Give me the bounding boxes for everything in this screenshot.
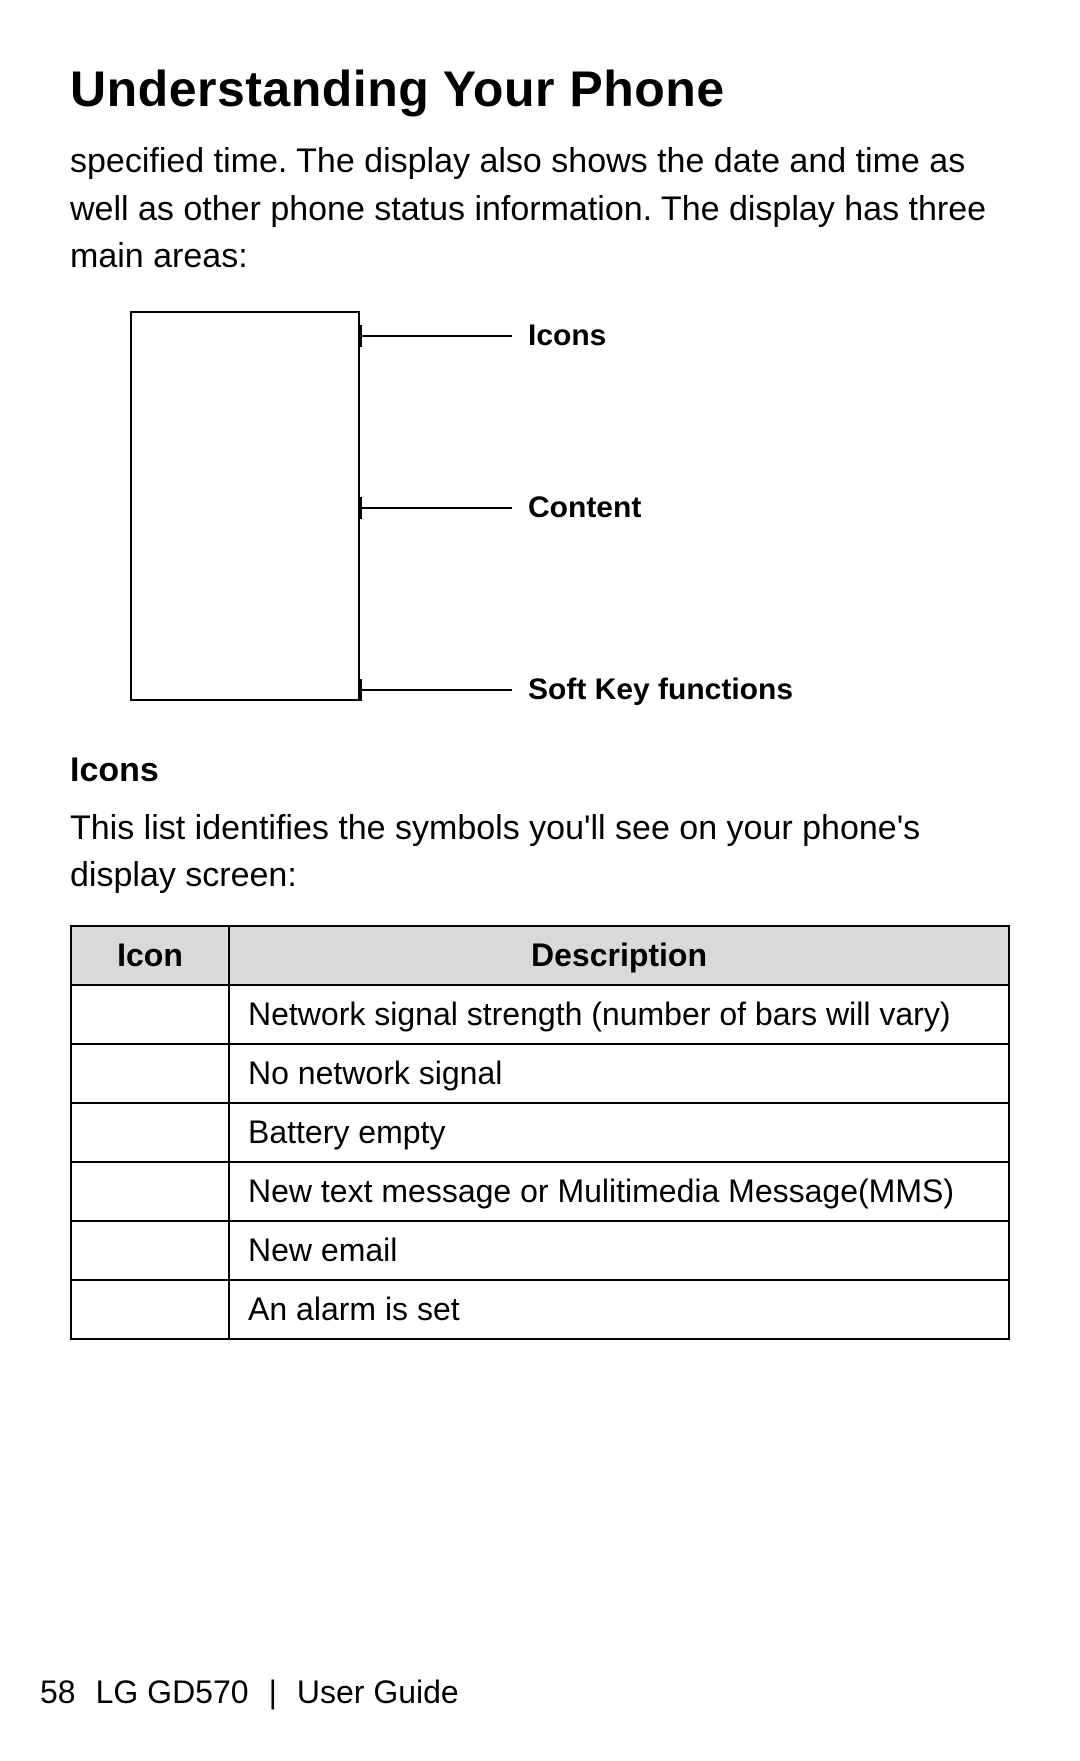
header-description: Description	[229, 926, 1009, 985]
table-row: Battery empty	[71, 1103, 1009, 1162]
cell-description: New text message or Mulitimedia Message(…	[229, 1162, 1009, 1221]
page-footer: 58 LG GD570 | User Guide	[40, 1674, 459, 1711]
callout-line	[362, 507, 512, 509]
cell-icon	[71, 1280, 229, 1339]
cell-icon	[71, 1221, 229, 1280]
table-row: No network signal	[71, 1044, 1009, 1103]
section-heading-icons: Icons	[70, 751, 1010, 790]
cell-description: Battery empty	[229, 1103, 1009, 1162]
table-row: Network signal strength (number of bars …	[71, 985, 1009, 1044]
icon-description-table: Icon Description Network signal strength…	[70, 925, 1010, 1340]
table-header-row: Icon Description	[71, 926, 1009, 985]
intro-paragraph: specified time. The display also shows t…	[70, 138, 1010, 281]
callout-label-softkey: Soft Key functions	[528, 673, 793, 707]
footer-doc-title: User Guide	[297, 1674, 459, 1711]
cell-description: An alarm is set	[229, 1280, 1009, 1339]
table-row: New email	[71, 1221, 1009, 1280]
footer-model: LG GD570	[96, 1674, 249, 1711]
callout-label-content: Content	[528, 491, 641, 525]
callout-label-icons: Icons	[528, 319, 606, 353]
section-body: This list identifies the symbols you'll …	[70, 805, 1010, 900]
cell-description: Network signal strength (number of bars …	[229, 985, 1009, 1044]
manual-page: Understanding Your Phone specified time.…	[0, 0, 1080, 1761]
table-row: An alarm is set	[71, 1280, 1009, 1339]
footer-divider: |	[269, 1674, 277, 1711]
cell-icon	[71, 1103, 229, 1162]
page-title: Understanding Your Phone	[70, 60, 1010, 118]
cell-description: No network signal	[229, 1044, 1009, 1103]
cell-description: New email	[229, 1221, 1009, 1280]
callout-icons: Icons	[360, 319, 606, 353]
screen-outline	[130, 311, 360, 701]
callout-line	[362, 689, 512, 691]
cell-icon	[71, 1162, 229, 1221]
callout-content: Content	[360, 491, 641, 525]
page-number: 58	[40, 1674, 76, 1711]
cell-icon	[71, 985, 229, 1044]
callout-line	[362, 335, 512, 337]
callout-softkey: Soft Key functions	[360, 673, 793, 707]
table-row: New text message or Mulitimedia Message(…	[71, 1162, 1009, 1221]
header-icon: Icon	[71, 926, 229, 985]
display-diagram: Icons Content Soft Key functions	[130, 311, 990, 711]
cell-icon	[71, 1044, 229, 1103]
